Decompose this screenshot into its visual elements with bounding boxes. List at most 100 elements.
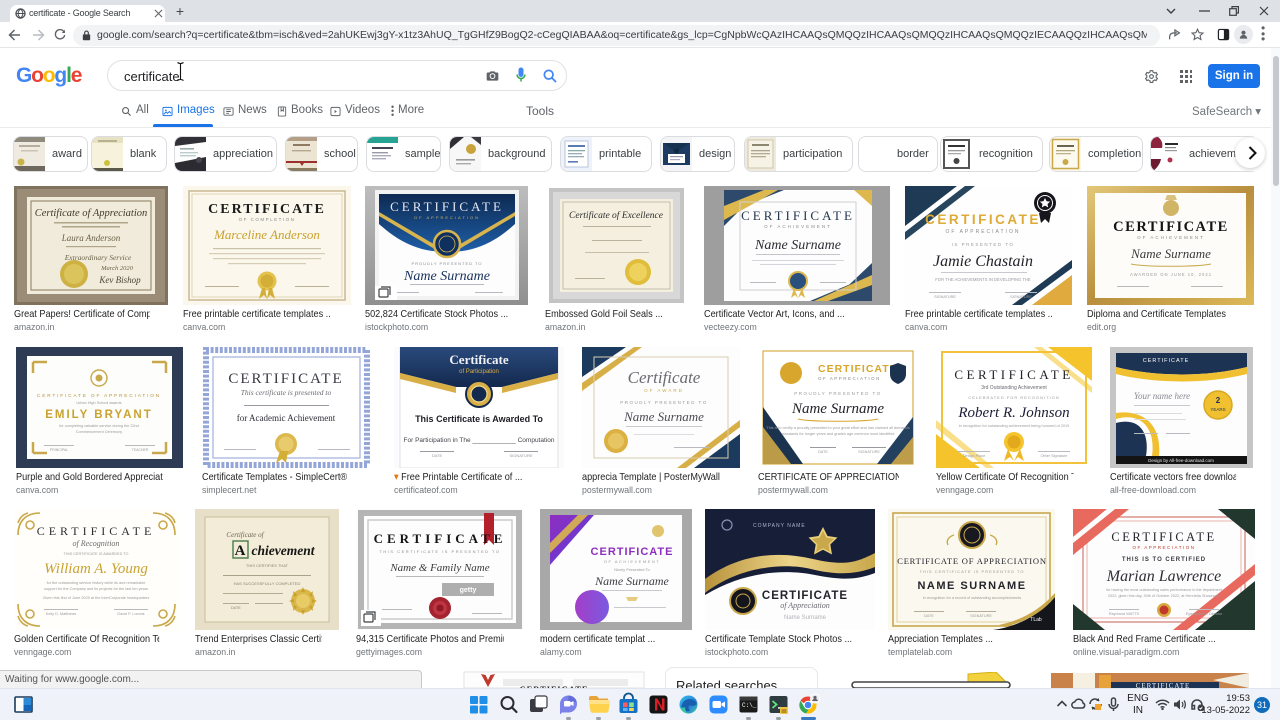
svg-text:OF ACHIEVEMENT: OF ACHIEVEMENT xyxy=(764,224,832,229)
svg-text:of Recognition: of Recognition xyxy=(73,539,120,548)
svg-text:Name Surname: Name Surname xyxy=(791,401,884,417)
svg-text:in recognition for a record of: in recognition for a record of outstandi… xyxy=(923,596,1021,600)
svg-text:THIS CERTIFICATE IS PRESENTED: THIS CERTIFICATE IS PRESENTED TO xyxy=(379,549,500,554)
svg-text:Kelly D. Matthews: Kelly D. Matthews xyxy=(46,612,76,616)
svg-text:Name Surname: Name Surname xyxy=(594,574,669,588)
svg-text:CERTIFICATE: CERTIFICATE xyxy=(741,208,855,223)
svg-text:Design Place: Design Place xyxy=(963,454,985,458)
svg-text:YEARS: YEARS xyxy=(1210,407,1225,412)
svg-text:SIGNATURE: SIGNATURE xyxy=(1010,295,1032,299)
svg-text:2022, given this day, 30th of: 2022, given this day, 30th of October 20… xyxy=(1108,594,1220,598)
svg-text:AWARDED ON JUNE 10, 2021: AWARDED ON JUNE 10, 2021 xyxy=(1130,272,1212,277)
svg-text:THIS CERTIFICATE IS PRESENTED: THIS CERTIFICATE IS PRESENTED TO xyxy=(919,569,1024,574)
svg-text:SIGNATURE: SIGNATURE xyxy=(934,295,956,299)
svg-text:in recognition for outstanding: in recognition for outstanding achieveme… xyxy=(959,424,1069,428)
svg-text:Certificate of Appreciation: Certificate of Appreciation xyxy=(35,208,148,219)
svg-text:HAS SUCCESSFULLY COMPLETED: HAS SUCCESSFULLY COMPLETED xyxy=(234,581,301,586)
svg-text:CERTIFICATE: CERTIFICATE xyxy=(1113,219,1229,235)
svg-text:Certificate: Certificate xyxy=(449,352,508,367)
svg-text:DATE: DATE xyxy=(432,453,443,458)
svg-text:Certificate of Excellence: Certificate of Excellence xyxy=(569,210,663,221)
svg-text:of Appreciation: of Appreciation xyxy=(780,601,830,610)
svg-text:Robert R. Johnson: Robert R. Johnson xyxy=(957,405,1069,421)
svg-text:DATE: DATE xyxy=(818,450,828,454)
svg-text:OF APPRECIATION: OF APPRECIATION xyxy=(414,215,480,220)
svg-text:Certificate: Certificate xyxy=(628,368,701,387)
svg-text:CELEBRATED FOR RECOGNITION: CELEBRATED FOR RECOGNITION xyxy=(968,395,1059,400)
svg-text:CERTIFICATE: CERTIFICATE xyxy=(1111,530,1216,544)
svg-text:A: A xyxy=(235,543,246,559)
svg-text:Name Surname: Name Surname xyxy=(403,269,490,284)
svg-text:SIGNATURE: SIGNATURE xyxy=(509,453,532,458)
svg-text:OF ACHIEVEMENT: OF ACHIEVEMENT xyxy=(1137,235,1205,240)
svg-text:PROUDLY PRESENTED TO: PROUDLY PRESENTED TO xyxy=(411,261,482,266)
svg-text:for completing valuable servic: for completing valuable service during t… xyxy=(59,424,139,428)
svg-text:OF AWARD: OF AWARD xyxy=(644,388,684,393)
svg-text:DATE: DATE xyxy=(924,614,934,618)
svg-text:Name Surname: Name Surname xyxy=(1130,246,1211,261)
svg-text:chievement: chievement xyxy=(252,543,316,558)
svg-text:IS PRESENTED TO: IS PRESENTED TO xyxy=(952,242,1015,247)
svg-text:CERTIFICATE: CERTIFICATE xyxy=(818,363,898,375)
svg-text:Given this first of June 2025: Given this first of June 2025 at the Int… xyxy=(43,596,150,600)
svg-text:SIGNATURE: SIGNATURE xyxy=(970,614,992,618)
svg-text:DATE: DATE xyxy=(231,606,241,610)
svg-text:David P. Loomis: David P. Loomis xyxy=(117,612,144,616)
svg-text:This is to certify a proudly p: This is to certify a proudly presented t… xyxy=(766,426,909,430)
svg-text:Your name here: Your name here xyxy=(1134,391,1190,401)
svg-text:Marian Lawrence: Marian Lawrence xyxy=(1106,568,1222,585)
svg-text:PROUDLY PRESENTED TO: PROUDLY PRESENTED TO xyxy=(794,391,881,396)
svg-text:Name & Family Name: Name & Family Name xyxy=(389,562,489,574)
svg-text:William A. Young: William A. Young xyxy=(44,561,148,577)
svg-text:CERTIFICATE: CERTIFICATE xyxy=(37,524,156,538)
svg-text:standards for longer years and: standards for longer years and grades ag… xyxy=(782,432,895,436)
svg-text:Marceline Anderson: Marceline Anderson xyxy=(213,227,320,242)
svg-text:Name Surname: Name Surname xyxy=(623,409,704,424)
svg-text:Design by All-free-download.co: Design by All-free-download.com xyxy=(1148,458,1214,463)
svg-text:Other Signature: Other Signature xyxy=(1041,454,1068,458)
svg-text:FOR THE ACHIEVEMENTS IN DEVELO: FOR THE ACHIEVEMENTS IN DEVELOPING THE xyxy=(935,277,1031,282)
svg-text:Jamie Chastain: Jamie Chastain xyxy=(933,253,1033,270)
svg-text:PROUDLY PRESENTED TO: PROUDLY PRESENTED TO xyxy=(620,400,707,405)
svg-text:Urban High School awards: Urban High School awards xyxy=(76,401,121,405)
svg-text:Raymond WATTS: Raymond WATTS xyxy=(1109,612,1140,616)
svg-text:CERTIFICATE: CERTIFICATE xyxy=(954,367,1073,382)
svg-text:CERTIFICATE OF APPRECIATION: CERTIFICATE OF APPRECIATION xyxy=(37,393,161,399)
svg-text:Nicely Presented To: Nicely Presented To xyxy=(614,567,650,572)
svg-text:support for the Company and it: support for the Company and its projects… xyxy=(44,587,148,591)
svg-text:OF COMPLETION: OF COMPLETION xyxy=(239,217,296,222)
svg-text:For Participation in The _____: For Participation in The ____________ Co… xyxy=(404,437,555,444)
svg-text:COMPANY NAME: COMPANY NAME xyxy=(753,523,806,529)
svg-text:CERTIFICATE: CERTIFICATE xyxy=(925,212,1041,227)
svg-text:2: 2 xyxy=(1216,396,1221,405)
svg-text:3rd Outstanding Achievement: 3rd Outstanding Achievement xyxy=(981,385,1047,391)
svg-text:OF APPRECIATION: OF APPRECIATION xyxy=(946,229,1021,235)
svg-text:March 2020: March 2020 xyxy=(100,265,133,272)
svg-text:getty: getty xyxy=(460,587,477,594)
svg-text:CERTIFICATE OF APPRECIATION: CERTIFICATE OF APPRECIATION xyxy=(897,556,1047,566)
svg-text:This certificate is presented: This certificate is presented to xyxy=(241,388,332,397)
svg-text:PRINCIPAL: PRINCIPAL xyxy=(50,448,68,452)
svg-text:NAME SURNAME: NAME SURNAME xyxy=(917,580,1026,592)
svg-text:C:\_: C:\_ xyxy=(742,702,757,709)
svg-text:CERTIFICATE: CERTIFICATE xyxy=(390,199,504,214)
svg-text:This Certificate is Awarded To: This Certificate is Awarded To xyxy=(415,414,543,424)
svg-text:THIS IS TO CERTIFIED: THIS IS TO CERTIFIED xyxy=(1122,557,1206,563)
svg-text:Laura Anderson: Laura Anderson xyxy=(61,233,121,243)
svg-text:THIS CERTIFIES THAT: THIS CERTIFIES THAT xyxy=(246,563,289,568)
svg-text:Commencement Ceremony: Commencement Ceremony xyxy=(76,430,123,434)
svg-text:Kev Bishop: Kev Bishop xyxy=(98,275,141,285)
svg-text:OF ACHIEVEMENT: OF ACHIEVEMENT xyxy=(604,559,660,564)
svg-text:Name Surname: Name Surname xyxy=(754,238,841,253)
svg-text:EMILY BRYANT: EMILY BRYANT xyxy=(45,409,153,421)
svg-text:SIGNATURE: SIGNATURE xyxy=(858,450,880,454)
svg-text:Eyewometter Director: Eyewometter Director xyxy=(1186,612,1223,616)
svg-text:TEACHER: TEACHER xyxy=(132,448,149,452)
svg-text:for Academic Achievement: for Academic Achievement xyxy=(237,413,336,423)
svg-text:for the outstanding service hi: for the outstanding service history whil… xyxy=(47,581,146,585)
svg-text:CERTIFICATE: CERTIFICATE xyxy=(1143,358,1190,364)
svg-text:CERTIFICATE: CERTIFICATE xyxy=(591,546,674,558)
svg-text:THIS CERTIFICATE IS AWARDED TO: THIS CERTIFICATE IS AWARDED TO xyxy=(63,552,128,556)
svg-text:Certificate of: Certificate of xyxy=(226,531,264,539)
svg-text:CERTIFICATE: CERTIFICATE xyxy=(208,202,326,217)
